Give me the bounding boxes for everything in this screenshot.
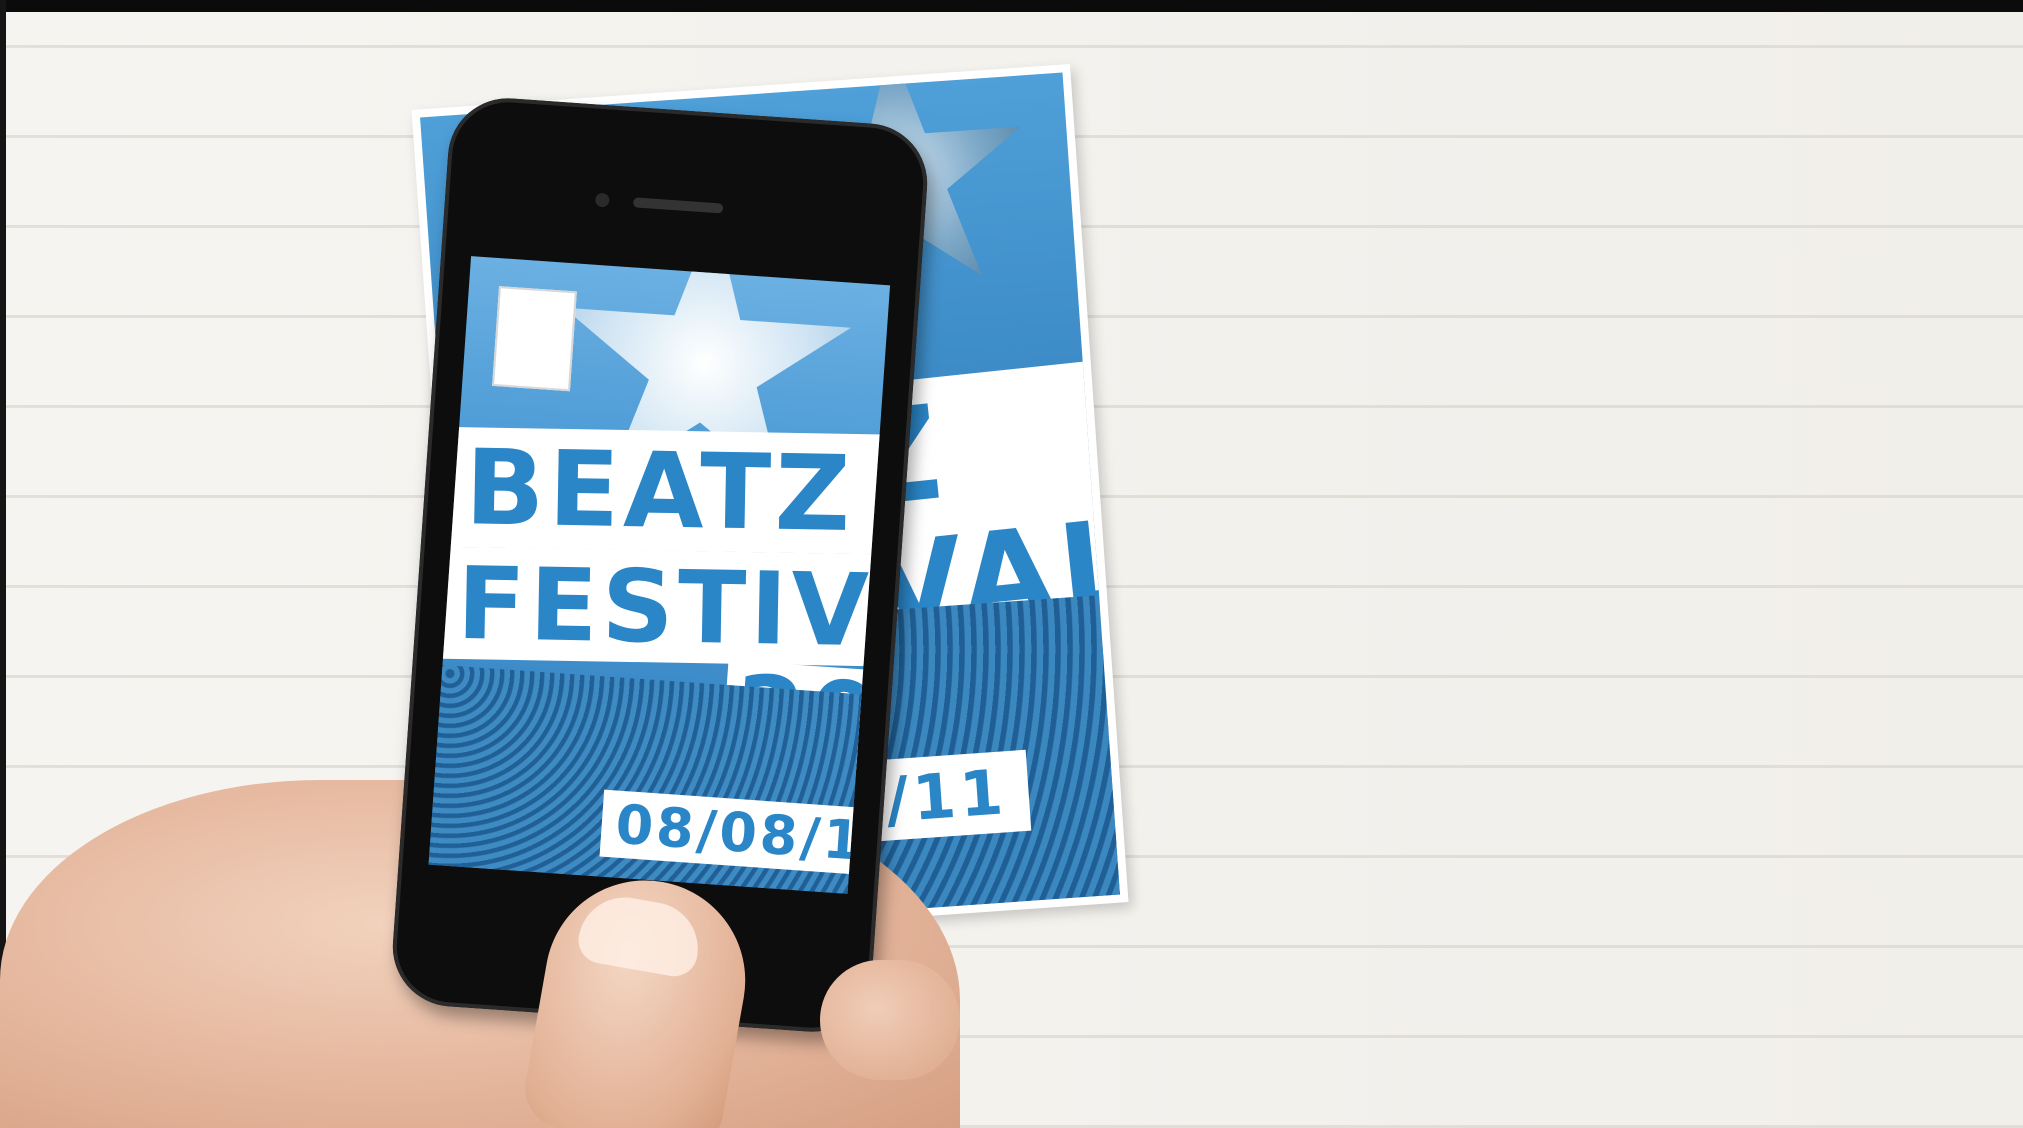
earpiece-speaker bbox=[632, 197, 724, 214]
phone-screen[interactable]: BEATZ FESTIVAL 2011 08/08/11 bbox=[428, 256, 891, 894]
finger bbox=[820, 960, 960, 1080]
screen-title-line2: FESTIVAL bbox=[436, 544, 891, 671]
screen-logo-badge bbox=[492, 286, 577, 392]
scene: BEATZ FESTIVAL 2011 08/08/11 BEATZ FESTI… bbox=[0, 0, 2023, 1128]
top-border bbox=[0, 0, 2023, 12]
front-camera-icon bbox=[594, 192, 610, 208]
screen-title-line1: BEATZ bbox=[444, 426, 891, 555]
